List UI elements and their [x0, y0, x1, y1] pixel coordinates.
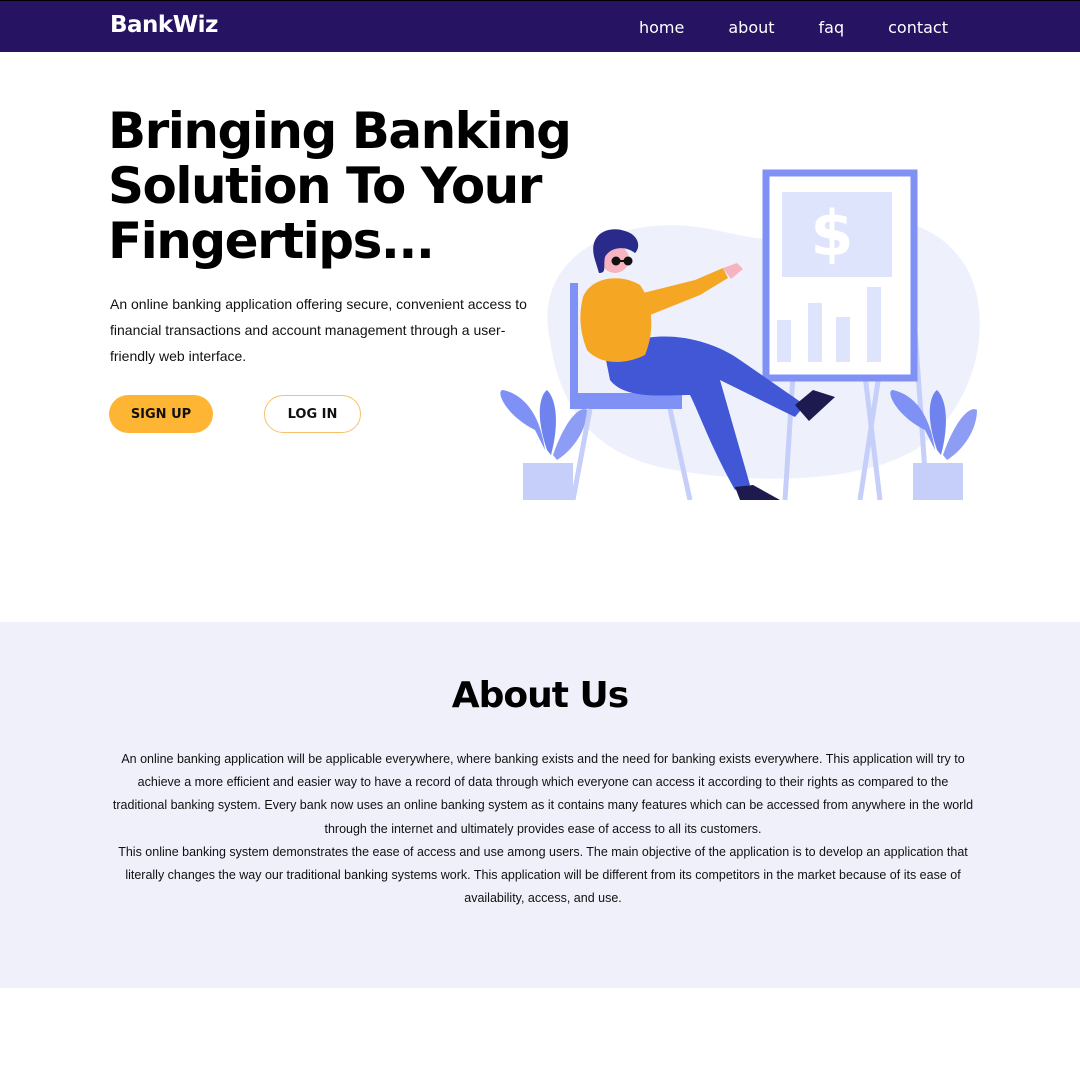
about-paragraph-1: An online banking application will be ap… — [112, 752, 974, 836]
about-paragraph-2: This online banking system demonstrates … — [118, 844, 968, 906]
brand-logo[interactable]: BankWiz — [110, 12, 218, 38]
nav-link-about[interactable]: about — [728, 18, 774, 37]
nav-link-home[interactable]: home — [639, 18, 684, 37]
hero-description: An online banking application offering s… — [110, 296, 527, 364]
nav-link-contact[interactable]: contact — [888, 18, 948, 37]
dollar-sign-icon: $ — [810, 197, 853, 270]
signup-button[interactable]: SIGN UP — [109, 395, 213, 433]
about-title: About Us — [451, 675, 629, 716]
nav-links: home about faq contact — [639, 1, 948, 53]
hero-illustration: $ — [500, 169, 980, 500]
navbar: BankWiz home about faq contact — [0, 0, 1080, 52]
login-button[interactable]: LOG IN — [264, 395, 361, 433]
nav-link-faq[interactable]: faq — [819, 18, 845, 37]
about-text: An online banking application will be ap… — [110, 748, 976, 910]
about-section: About Us An online banking application w… — [0, 622, 1080, 988]
